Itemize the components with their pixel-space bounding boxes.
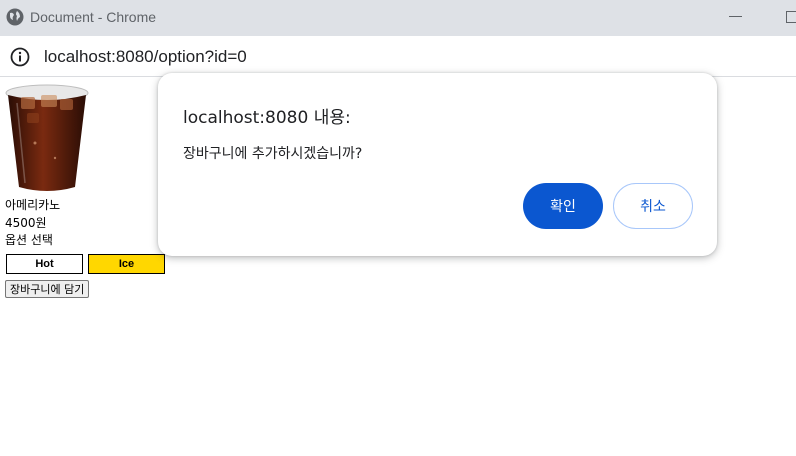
add-to-cart-button[interactable]: 장바구니에 담기 [5,280,90,298]
address-bar[interactable]: localhost:8080/option?id=0 [0,36,796,77]
cancel-button[interactable]: 취소 [613,183,693,229]
globe-icon [6,8,24,26]
confirm-button[interactable]: 확인 [523,183,603,229]
browser-titlebar: Document - Chrome [0,0,796,36]
product-image [5,84,89,191]
maximize-icon[interactable] [786,11,796,23]
product-name: 아메리카노 [5,198,61,212]
option-label: 옵션 선택 [5,233,53,247]
info-icon[interactable] [10,47,30,67]
dialog-title: localhost:8080 내용: [183,108,351,128]
product-price: 4500원 [5,216,47,230]
confirm-dialog: localhost:8080 내용: 장바구니에 추가하시겠습니까? 확인 취소 [158,73,717,256]
option-ice-button[interactable]: Ice [88,254,165,274]
dialog-message: 장바구니에 추가하시겠습니까? [183,146,363,162]
option-hot-button[interactable]: Hot [6,254,83,274]
window-title: Document - Chrome [30,9,157,25]
url-text[interactable]: localhost:8080/option?id=0 [44,47,247,67]
minimize-icon[interactable] [729,16,742,17]
